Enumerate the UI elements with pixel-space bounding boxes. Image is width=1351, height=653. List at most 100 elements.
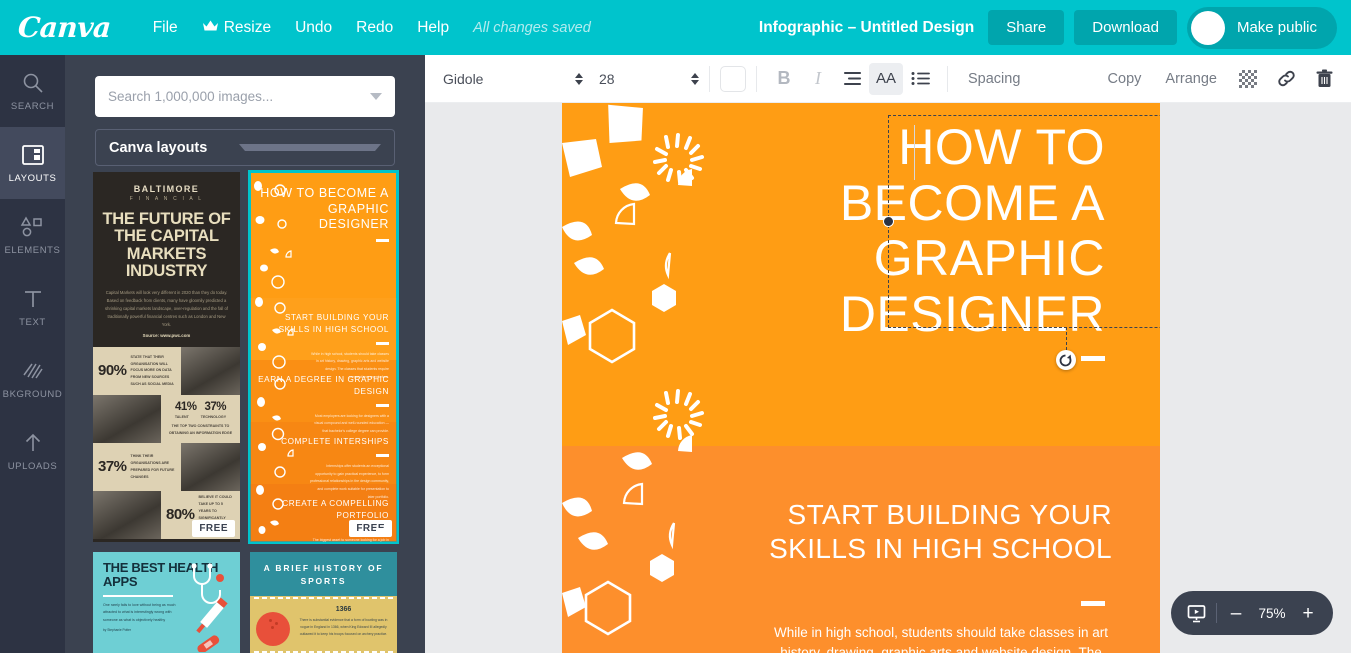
thumb-year: 1366: [335, 605, 352, 613]
thumb-header: A BRIEF HISTORY OF SPORTS: [250, 552, 397, 596]
thumb-paragraph: Capital Markets will look very different…: [105, 289, 228, 327]
transparency-icon[interactable]: [1231, 63, 1265, 95]
text-case-label: AA: [875, 70, 896, 87]
make-public-toggle[interactable]: Make public: [1186, 6, 1337, 49]
text-icon: [22, 286, 44, 312]
elements-icon: [20, 214, 46, 240]
thumb-section-heading: HOW TO BECOME A GRAPHIC DESIGNER: [260, 186, 389, 232]
italic-button[interactable]: I: [801, 63, 835, 95]
stat-text: TALENT: [174, 414, 189, 419]
canvas-subtitle-text[interactable]: START BUILDING YOUR SKILLS IN HIGH SCHOO…: [712, 498, 1112, 565]
canvas-subtitle-line: START BUILDING YOUR: [787, 499, 1112, 530]
font-family-select[interactable]: Gidole: [443, 71, 583, 87]
divider: [756, 65, 757, 92]
canvas-body-text[interactable]: While in high school, students should ta…: [770, 623, 1112, 653]
design-page[interactable]: HOW TO BECOME A GRAPHIC DESIGNER START B…: [562, 103, 1160, 653]
text-toolbar: Gidole 28 B I AA Spacing Copy Arrange: [425, 55, 1351, 103]
thumb-section-heading: CREATE A COMPELLING PORTFOLIO: [282, 499, 389, 520]
spacing-button[interactable]: Spacing: [958, 65, 1030, 93]
thumb-source: Source: www.pwc.com: [142, 332, 191, 338]
thumb-body: One rarely fails to love without being a…: [103, 602, 176, 622]
selection-box[interactable]: [883, 115, 1160, 370]
present-icon[interactable]: [1187, 604, 1206, 623]
chevron-down-icon[interactable]: [370, 93, 382, 100]
rotate-handle[interactable]: [1055, 350, 1076, 370]
sidebar-item-background[interactable]: BKGROUND: [0, 343, 65, 415]
stat-text: THINK THEIR ORGANISATIONS ARE PREPARED F…: [130, 454, 175, 479]
search-box[interactable]: [95, 76, 395, 117]
stat-row: 90% STATE THAT THEIR ORGANISATION WILL F…: [93, 346, 240, 395]
sidebar-item-search-label: SEARCH: [10, 101, 55, 112]
health-illustration-icon: [191, 563, 228, 652]
stat-image: [181, 346, 240, 395]
font-size-select[interactable]: 28: [599, 71, 699, 87]
sidebar-item-text[interactable]: TEXT: [0, 271, 65, 343]
menu-redo[interactable]: Redo: [344, 13, 405, 43]
search-icon: [22, 70, 44, 96]
sidebar-item-layouts-label: LAYOUTS: [8, 173, 57, 184]
menu-file[interactable]: File: [141, 13, 190, 43]
zoom-in-button[interactable]: +: [1299, 604, 1317, 623]
bullet-list-icon[interactable]: [903, 63, 937, 95]
bowling-ball-icon: [256, 611, 290, 646]
stat-image: [93, 490, 161, 539]
thumb-brand: BALTIMORE: [133, 184, 200, 194]
thumb-stat-grid: 90% STATE THAT THEIR ORGANISATION WILL F…: [93, 346, 240, 539]
layout-category-select[interactable]: Canva layouts: [95, 129, 395, 166]
trash-icon[interactable]: [1307, 63, 1341, 95]
toggle-knob: [1190, 10, 1225, 45]
stat-value: 90%: [98, 362, 127, 380]
spinner-icon[interactable]: [575, 72, 583, 85]
layout-category-value: Canva layouts: [109, 139, 208, 156]
link-icon[interactable]: [1269, 63, 1303, 95]
spinner-icon[interactable]: [691, 72, 699, 85]
rotate-stem: [1065, 327, 1067, 350]
menu-resize[interactable]: Resize: [190, 13, 283, 43]
resize-handle-left[interactable]: [883, 215, 894, 227]
thumb-section-heading: EARN A DEGREE IN GRAPHIC DESIGN: [258, 375, 389, 396]
menu-help[interactable]: Help: [405, 13, 461, 43]
top-bar-right: Infographic – Untitled Design Share Down…: [759, 6, 1351, 49]
layout-thumbnail-sports-history[interactable]: A BRIEF HISTORY OF SPORTS 1366 There is …: [250, 552, 397, 653]
layout-thumbnail-graphic-designer[interactable]: HOW TO BECOME A GRAPHIC DESIGNER START B…: [248, 170, 399, 544]
font-family-value: Gidole: [443, 70, 484, 87]
thumb-body-row: 1366 There is substantial evidence that …: [250, 600, 397, 653]
divider-dash: [1081, 601, 1105, 606]
arrange-button[interactable]: Arrange: [1155, 65, 1227, 93]
stat-text: STATE THAT THEIR ORGANISATION WILL FOCUS…: [130, 354, 174, 387]
thumb-body: There is substantial evidence that a for…: [299, 617, 388, 636]
layout-thumbnail-baltimore[interactable]: BALTIMORE F I N A N C I A L THE FUTURE O…: [93, 172, 240, 542]
layouts-icon: [21, 142, 44, 168]
download-button[interactable]: Download: [1074, 10, 1177, 45]
canvas-workspace[interactable]: HOW TO BECOME A GRAPHIC DESIGNER START B…: [425, 103, 1351, 653]
zoom-out-button[interactable]: –: [1227, 604, 1245, 623]
toolbar-right-group: Copy Arrange: [1098, 63, 1351, 95]
design-title[interactable]: Infographic – Untitled Design: [759, 19, 974, 37]
sidebar-item-uploads-label: UPLOADS: [7, 461, 58, 472]
menu-resize-label: Resize: [223, 18, 272, 36]
thumb-footer: Baltimore Financial helps organisations …: [93, 538, 240, 542]
sidebar-item-search[interactable]: SEARCH: [0, 55, 65, 127]
bold-button[interactable]: B: [767, 63, 801, 95]
layout-thumbnail-health-apps[interactable]: THE BEST HEALTH APPS One rarely fails to…: [93, 552, 240, 653]
align-right-icon[interactable]: [835, 63, 869, 95]
menu-undo[interactable]: Undo: [283, 13, 344, 43]
layout-thumbnail-grid: BALTIMORE F I N A N C I A L THE FUTURE O…: [93, 170, 399, 653]
sidebar-item-layouts[interactable]: LAYOUTS: [0, 127, 65, 199]
zoom-level: 75%: [1258, 605, 1286, 621]
text-color-swatch[interactable]: [720, 65, 746, 92]
copy-button[interactable]: Copy: [1098, 65, 1152, 93]
thumb-section-body: Most employers are looking for designers…: [314, 413, 389, 434]
sidebar-item-uploads[interactable]: UPLOADS: [0, 415, 65, 487]
search-input[interactable]: [108, 89, 370, 104]
text-case-button[interactable]: AA: [869, 62, 903, 95]
sidebar-item-elements-label: ELEMENTS: [4, 245, 61, 256]
sidebar-item-elements[interactable]: ELEMENTS: [0, 199, 65, 271]
upload-icon: [22, 430, 44, 456]
divider: [376, 403, 389, 407]
left-rail: SEARCH LAYOUTS ELEMENTS TEXT BKGROUND UP…: [0, 55, 65, 653]
share-button[interactable]: Share: [988, 10, 1065, 45]
canva-logo[interactable]: Canva: [17, 11, 112, 44]
stat-image: [181, 442, 240, 491]
thumb-brand-sub: F I N A N C I A L: [129, 196, 204, 202]
